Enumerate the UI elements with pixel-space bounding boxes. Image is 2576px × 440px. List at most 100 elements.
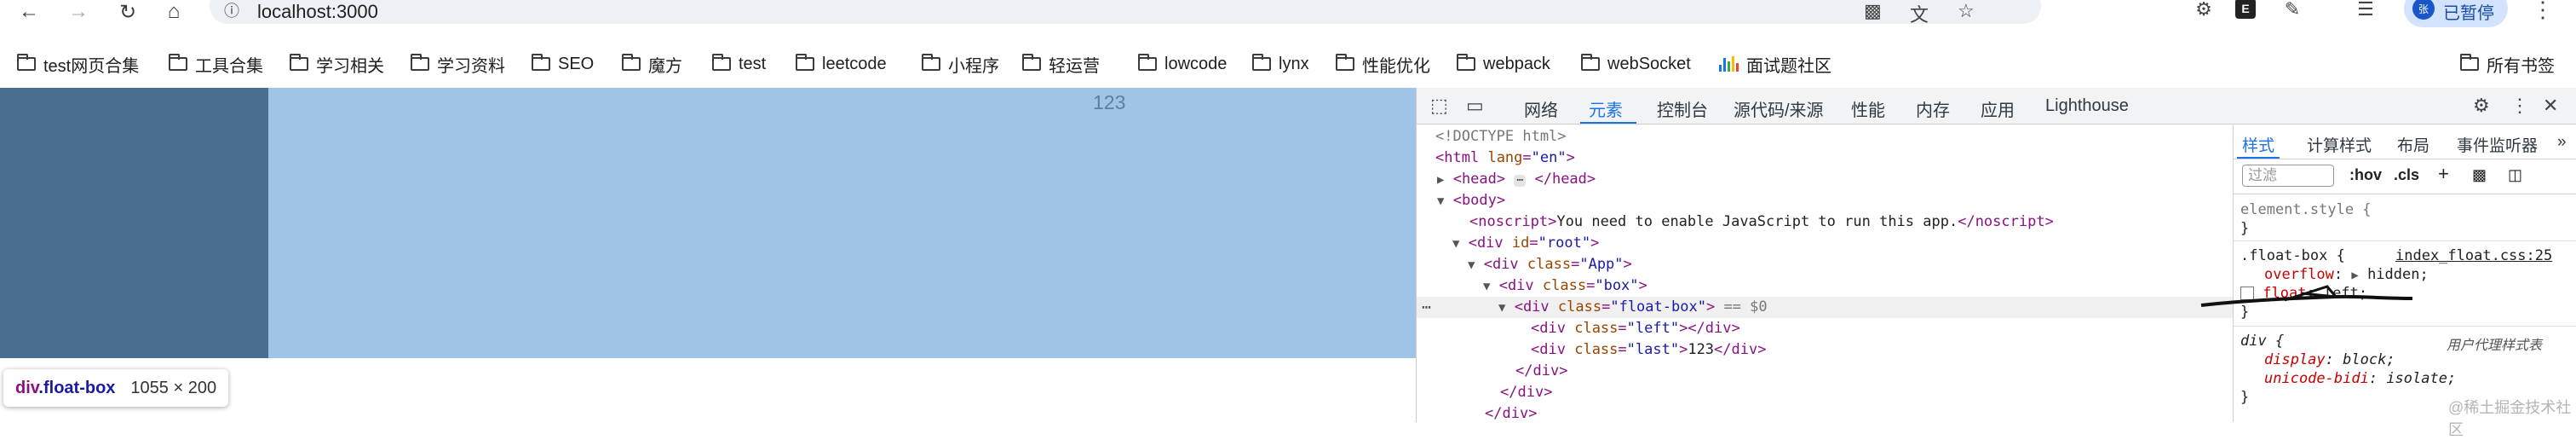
reload-icon[interactable]: ↻ bbox=[116, 0, 140, 24]
collapse-triangle-icon[interactable]: ▼ bbox=[1437, 194, 1444, 208]
tab-performance[interactable]: 性能 bbox=[1851, 96, 1885, 121]
collapse-triangle-icon[interactable]: ▼ bbox=[1483, 280, 1490, 293]
tab-event-listeners[interactable]: 事件监听器 bbox=[2457, 133, 2538, 156]
bookmark-item[interactable]: leetcode bbox=[796, 51, 887, 77]
styles-filter-input[interactable]: 过滤 bbox=[2242, 165, 2334, 187]
bookmark-item[interactable]: 性能优化 bbox=[1336, 51, 1430, 77]
bookmark-item[interactable]: lynx bbox=[1252, 51, 1309, 77]
dom-box-node[interactable]: ▼ <div class="box"> bbox=[1417, 275, 2299, 297]
bookmark-item[interactable]: webpack bbox=[1457, 51, 1550, 77]
tab-sources[interactable]: 源代码/来源 bbox=[1734, 96, 1824, 121]
collapse-triangle-icon[interactable]: ▼ bbox=[1498, 301, 1505, 315]
back-icon[interactable]: ← bbox=[17, 0, 41, 24]
extension-e-icon[interactable]: E bbox=[2235, 0, 2256, 19]
collapse-triangle-icon[interactable]: ▼ bbox=[1452, 237, 1459, 251]
bookmark-item[interactable]: 面试题社区 bbox=[1719, 51, 1831, 77]
dom-left-node[interactable]: <div class="left"></div> bbox=[1417, 318, 2347, 339]
tab-computed[interactable]: 计算样式 bbox=[2307, 133, 2372, 156]
tooltip-size: 1055 × 200 bbox=[130, 378, 217, 397]
tab-memory[interactable]: 内存 bbox=[1916, 96, 1950, 121]
device-toolbar-icon[interactable]: ▭ bbox=[1466, 95, 1484, 117]
tab-styles[interactable]: 样式 bbox=[2242, 133, 2274, 156]
float-last-block: 123 bbox=[268, 88, 1416, 358]
dom-close-float-box[interactable]: </div> bbox=[1417, 361, 2332, 382]
forward-icon[interactable]: → bbox=[66, 0, 90, 24]
toggle-sidebar-icon[interactable]: ◫ bbox=[2508, 166, 2522, 184]
float-box-selector[interactable]: .float-box { bbox=[2240, 247, 2345, 264]
bookmark-item[interactable]: webSocket bbox=[1581, 51, 1691, 77]
dom-noscript-node[interactable]: <noscript>You need to enable JavaScript … bbox=[1417, 211, 2286, 233]
overflow-declaration[interactable]: overflow: ▶ hidden; bbox=[2264, 266, 2429, 283]
unicode-bidi-declaration[interactable]: unicode-bidi: isolate; bbox=[2264, 370, 2456, 387]
tooltip-element-name: div.float-box bbox=[15, 378, 116, 397]
dom-float-box-node[interactable]: ▼ <div class="float-box"> == $0 bbox=[1417, 297, 2314, 318]
more-tabs-icon[interactable]: » bbox=[2557, 133, 2567, 152]
install-app-icon[interactable]: ▩ bbox=[1864, 0, 1882, 22]
element-style-close: } bbox=[2240, 220, 2250, 237]
new-rule-icon[interactable]: + bbox=[2438, 163, 2449, 185]
bookmark-item[interactable]: lowcode bbox=[1138, 51, 1227, 77]
bookmark-label: 轻运营 bbox=[1049, 56, 1100, 76]
collapse-triangle-icon[interactable]: ▼ bbox=[1468, 258, 1475, 272]
collapsed-ellipsis-icon[interactable]: ⋯ bbox=[1514, 175, 1527, 187]
bookmark-label: 魔方 bbox=[648, 56, 682, 76]
dom-body-node[interactable]: ▼ <body> bbox=[1417, 190, 2253, 211]
dom-doctype[interactable]: <!DOCTYPE html> bbox=[1417, 126, 2251, 148]
tab-elements[interactable]: 元素 bbox=[1589, 96, 1623, 121]
hover-state-button[interactable]: :hov bbox=[2349, 166, 2382, 184]
rule-divider bbox=[2234, 326, 2576, 327]
tab-application[interactable]: 应用 bbox=[1981, 96, 2015, 121]
profile-paused-button[interactable]: 张 已暂停 bbox=[2404, 0, 2508, 27]
bookmark-star-icon[interactable]: ☆ bbox=[1958, 0, 1975, 22]
more-options-icon[interactable]: ⋮ bbox=[2510, 95, 2529, 117]
translate-icon[interactable]: 文 bbox=[1910, 0, 1929, 27]
float-box-close: } bbox=[2240, 304, 2250, 321]
node-actions-icon[interactable]: ⋯ bbox=[1422, 298, 1431, 316]
bookmark-label: test bbox=[739, 54, 767, 73]
bookmark-item[interactable]: SEO bbox=[532, 51, 594, 77]
expand-triangle-icon[interactable]: ▶ bbox=[1437, 173, 1444, 187]
styles-filter-bar: 过滤 :hov .cls + ▩ ◫ bbox=[2234, 159, 2576, 194]
media-queue-icon[interactable]: ☰ bbox=[2353, 0, 2378, 22]
display-declaration[interactable]: display: block; bbox=[2264, 351, 2395, 368]
tab-network[interactable]: 网络 bbox=[1524, 96, 1558, 121]
bookmark-item[interactable]: test bbox=[712, 51, 766, 77]
home-icon[interactable]: ⌂ bbox=[162, 0, 186, 24]
bookmark-item[interactable]: 小程序 bbox=[922, 51, 999, 77]
bookmark-label: lynx bbox=[1279, 54, 1309, 73]
dom-root-node[interactable]: ▼ <div id="root"> bbox=[1417, 233, 2268, 254]
bookmark-item[interactable]: 轻运营 bbox=[1022, 51, 1100, 77]
float-box-source-link[interactable]: index_float.css:25 bbox=[2395, 247, 2552, 264]
dom-close-app[interactable]: </div> bbox=[1417, 403, 2301, 425]
tab-lighthouse[interactable]: Lighthouse bbox=[2045, 96, 2129, 116]
paint-brush-icon[interactable]: ▩ bbox=[2472, 166, 2487, 184]
bookmark-item[interactable]: 学习相关 bbox=[290, 51, 384, 77]
bookmark-item[interactable]: 工具合集 bbox=[169, 51, 263, 77]
element-style-rule[interactable]: element.style { bbox=[2240, 201, 2372, 218]
url-text[interactable]: localhost:3000 bbox=[257, 1, 378, 23]
folder-icon bbox=[1457, 54, 1475, 71]
bookmark-item[interactable]: test网页合集 bbox=[17, 51, 139, 77]
all-bookmarks[interactable]: 所有书签 bbox=[2460, 51, 2555, 77]
address-bar[interactable]: ⓘ localhost:3000 ▩ 文 ☆ bbox=[210, 0, 2041, 27]
extension-icon[interactable]: ⚙ bbox=[2191, 0, 2217, 22]
bookmark-item[interactable]: 学习资料 bbox=[411, 51, 505, 77]
class-toggle-button[interactable]: .cls bbox=[2394, 166, 2419, 184]
bookmark-label: SEO bbox=[558, 54, 595, 73]
dom-last-node[interactable]: <div class="last">123</div> bbox=[1417, 339, 2347, 361]
settings-gear-icon[interactable]: ⚙ bbox=[2473, 95, 2490, 117]
dom-close-box[interactable]: </div> bbox=[1417, 382, 2316, 403]
close-devtools-icon[interactable]: ✕ bbox=[2543, 95, 2558, 117]
dom-head-node[interactable]: ▶ <head> ⋯ </head> bbox=[1417, 169, 2253, 190]
site-info-icon[interactable]: ⓘ bbox=[221, 0, 242, 20]
tab-console[interactable]: 控制台 bbox=[1657, 96, 1708, 121]
div-ua-selector[interactable]: div { bbox=[2240, 333, 2284, 350]
browser-menu-icon[interactable]: ⋮ bbox=[2532, 0, 2554, 23]
tab-layout[interactable]: 布局 bbox=[2397, 133, 2429, 156]
expand-triangle-icon[interactable]: ▶ bbox=[2351, 269, 2358, 282]
inspect-element-icon[interactable]: ⬚ bbox=[1430, 95, 1448, 117]
bookmark-item[interactable]: 魔方 bbox=[622, 51, 682, 77]
dom-app-node[interactable]: ▼ <div class="App"> bbox=[1417, 254, 2284, 275]
extensions-puzzle-icon[interactable]: ✎ bbox=[2280, 0, 2305, 22]
dom-html-node[interactable]: <html lang="en"> bbox=[1417, 148, 2251, 169]
